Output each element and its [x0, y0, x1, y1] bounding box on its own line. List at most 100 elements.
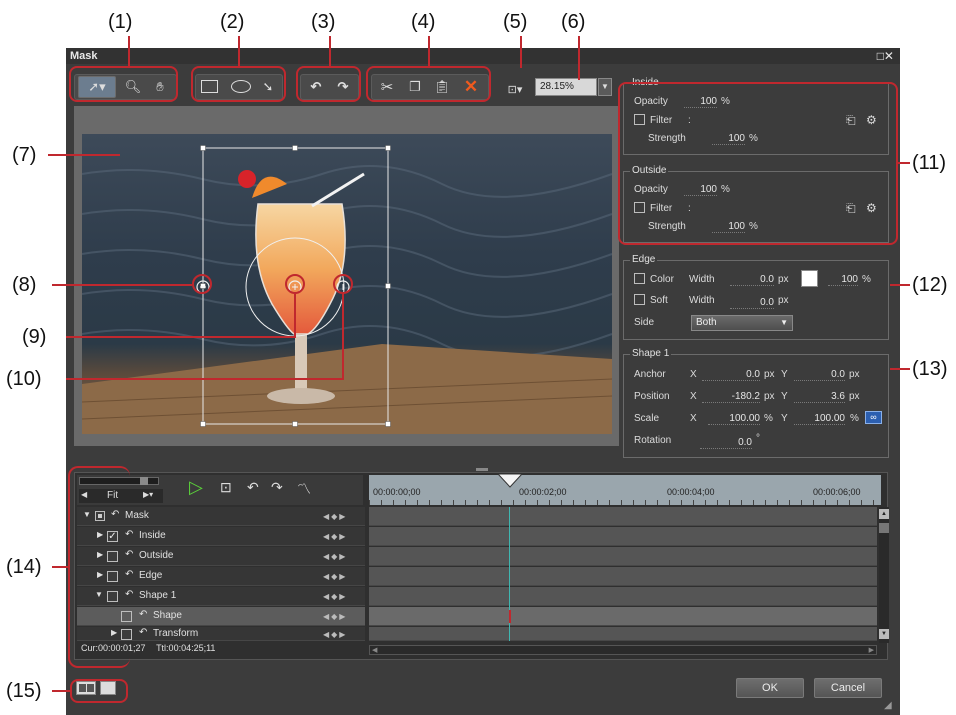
fit-control[interactable]: ◀ Fit ▶▾: [79, 489, 163, 503]
keyframe-toggle-icon[interactable]: ↶: [139, 609, 147, 620]
collapse-icon[interactable]: ▼: [95, 590, 103, 599]
outside-filter-checkbox[interactable]: [634, 202, 645, 213]
leader-line: [238, 36, 240, 66]
loop-play-icon[interactable]: ⊡: [220, 479, 232, 496]
track-row-shape[interactable]: ↶ Shape ◀◆▶: [77, 607, 365, 626]
keyframe-toggle-icon[interactable]: ↶: [111, 509, 119, 520]
edge-color-checkbox[interactable]: [634, 273, 645, 284]
position-y-value[interactable]: 3.6: [794, 391, 845, 403]
scroll-left-icon[interactable]: ◀: [372, 646, 377, 654]
keyframe-toggle-icon[interactable]: ↶: [125, 569, 133, 580]
edge-checkbox[interactable]: [107, 571, 118, 582]
anchor-y-value[interactable]: 0.0: [794, 369, 845, 381]
track-lane[interactable]: [369, 607, 877, 626]
track-lane[interactable]: [369, 587, 877, 606]
link-scale-icon[interactable]: ∞: [865, 411, 882, 424]
position-x-value[interactable]: -180.2: [702, 391, 760, 403]
track-row-mask[interactable]: ▼ ↶ Mask ◀◆▶: [77, 507, 365, 526]
outside-opacity-value[interactable]: 100: [684, 184, 717, 196]
expand-icon[interactable]: ▶: [97, 570, 103, 579]
outside-filter-settings-icon[interactable]: ⚙︎: [866, 201, 877, 215]
track-lane[interactable]: [369, 567, 877, 586]
keyframe-nav-icon[interactable]: ◀◆▶: [323, 612, 347, 621]
track-row-inside[interactable]: ▶ ✓ ↶ Inside ◀◆▶: [77, 527, 365, 546]
scrollbar-thumb[interactable]: [879, 523, 889, 533]
anchor-x-value[interactable]: 0.0: [702, 369, 760, 381]
position-y-label: Y: [781, 391, 788, 402]
scroll-right-icon[interactable]: ▶: [869, 646, 874, 654]
inside-opacity-value[interactable]: 100: [684, 96, 717, 108]
edge-soft-checkbox[interactable]: [634, 294, 645, 305]
leader-line: [128, 36, 130, 66]
filter-select-icon[interactable]: ⎗: [846, 113, 856, 128]
play-button[interactable]: ▷: [189, 477, 203, 498]
track-lane[interactable]: [369, 527, 877, 546]
outside-checkbox[interactable]: [107, 551, 118, 562]
next-keyframe-icon[interactable]: ↷: [271, 479, 283, 496]
scale-y-value[interactable]: 100.00: [794, 413, 845, 425]
edge-color-width-value[interactable]: 0.0: [730, 274, 774, 286]
outside-filter-select-icon[interactable]: ⎗: [846, 201, 856, 216]
inside-strength-value[interactable]: 100: [712, 133, 745, 145]
track-row-transform[interactable]: ▶ ↶ Transform ◀◆▶: [77, 627, 365, 641]
horizontal-scrollbar[interactable]: ◀ ▶: [369, 645, 877, 655]
previous-keyframe-icon[interactable]: ↶: [247, 479, 259, 496]
fit-left-icon[interactable]: ◀: [81, 490, 87, 499]
shape1-checkbox[interactable]: [107, 591, 118, 602]
mask-checkbox[interactable]: [95, 511, 105, 521]
edge-side-select[interactable]: Both ▼: [691, 315, 793, 331]
inside-checkbox[interactable]: ✓: [107, 531, 118, 542]
keyframe-nav-icon[interactable]: ◀◆▶: [323, 630, 347, 639]
keyframe-toggle-icon[interactable]: ↶: [139, 627, 147, 638]
track-lane[interactable]: [369, 547, 877, 566]
track-lane[interactable]: [369, 627, 877, 641]
keyframe-toggle-icon[interactable]: ↶: [125, 589, 133, 600]
keyframe-nav-icon[interactable]: ◀◆▶: [323, 572, 347, 581]
leader-line: [520, 36, 522, 68]
track-row-edge[interactable]: ▶ ↶ Edge ◀◆▶: [77, 567, 365, 586]
expand-icon[interactable]: ▶: [111, 628, 117, 637]
rotation-value[interactable]: 0.0: [700, 437, 752, 449]
timeline-zoom-slider[interactable]: [79, 477, 159, 485]
scroll-down-icon[interactable]: ▼: [879, 629, 889, 639]
transform-checkbox[interactable]: [121, 629, 132, 640]
scale-label: Scale: [634, 413, 660, 424]
callout-14: (14): [6, 556, 42, 578]
keyframe-nav-icon[interactable]: ◀◆▶: [323, 532, 347, 541]
expand-icon[interactable]: ▼: [83, 510, 91, 519]
keyframe-nav-icon[interactable]: ◀◆▶: [323, 512, 347, 521]
fit-right-icon[interactable]: ▶▾: [143, 490, 153, 499]
expand-icon[interactable]: ▶: [97, 550, 103, 559]
keyframe-toggle-icon[interactable]: ↶: [125, 549, 133, 560]
track-row-outside[interactable]: ▶ ↶ Outside ◀◆▶: [77, 547, 365, 566]
edge-color-width-label: Width: [689, 274, 715, 285]
cancel-button[interactable]: Cancel: [814, 678, 882, 698]
panel-splitter[interactable]: [476, 468, 488, 471]
filter-settings-icon[interactable]: ⚙︎: [866, 113, 877, 127]
graph-icon[interactable]: 〽: [297, 479, 311, 499]
vertical-scrollbar[interactable]: ▲ ▼: [879, 507, 889, 643]
layout-dual-icon[interactable]: [76, 681, 96, 695]
playhead-marker[interactable]: [495, 473, 525, 489]
edge-color-swatch[interactable]: [801, 270, 818, 287]
edge-soft-width-value[interactable]: 0.0: [730, 297, 774, 309]
callout-8: (8): [12, 274, 37, 296]
track-row-shape1[interactable]: ▼ ↶ Shape 1 ◀◆▶: [77, 587, 365, 606]
keyframe-toggle-icon[interactable]: ↶: [125, 529, 133, 540]
scroll-up-icon[interactable]: ▲: [879, 509, 889, 519]
edge-side-value: Both: [696, 317, 717, 328]
edge-color-opacity-value[interactable]: 100: [828, 274, 858, 286]
layout-single-icon[interactable]: [100, 681, 116, 695]
ok-button[interactable]: OK: [736, 678, 804, 698]
time-ruler[interactable]: 00:00:00;00 00:00:02;00 00:00:04;00 00:0…: [369, 475, 881, 505]
zoom-slider-thumb[interactable]: [140, 477, 148, 485]
outside-strength-value[interactable]: 100: [712, 221, 745, 233]
inside-filter-checkbox[interactable]: [634, 114, 645, 125]
keyframe-nav-icon[interactable]: ◀◆▶: [323, 552, 347, 561]
resize-grip-icon[interactable]: ◢: [884, 700, 892, 711]
shape-checkbox[interactable]: [121, 611, 132, 622]
scale-x-value[interactable]: 100.00: [708, 413, 760, 425]
expand-icon[interactable]: ▶: [97, 530, 103, 539]
keyframe-nav-icon[interactable]: ◀◆▶: [323, 592, 347, 601]
track-lane[interactable]: [369, 507, 877, 526]
